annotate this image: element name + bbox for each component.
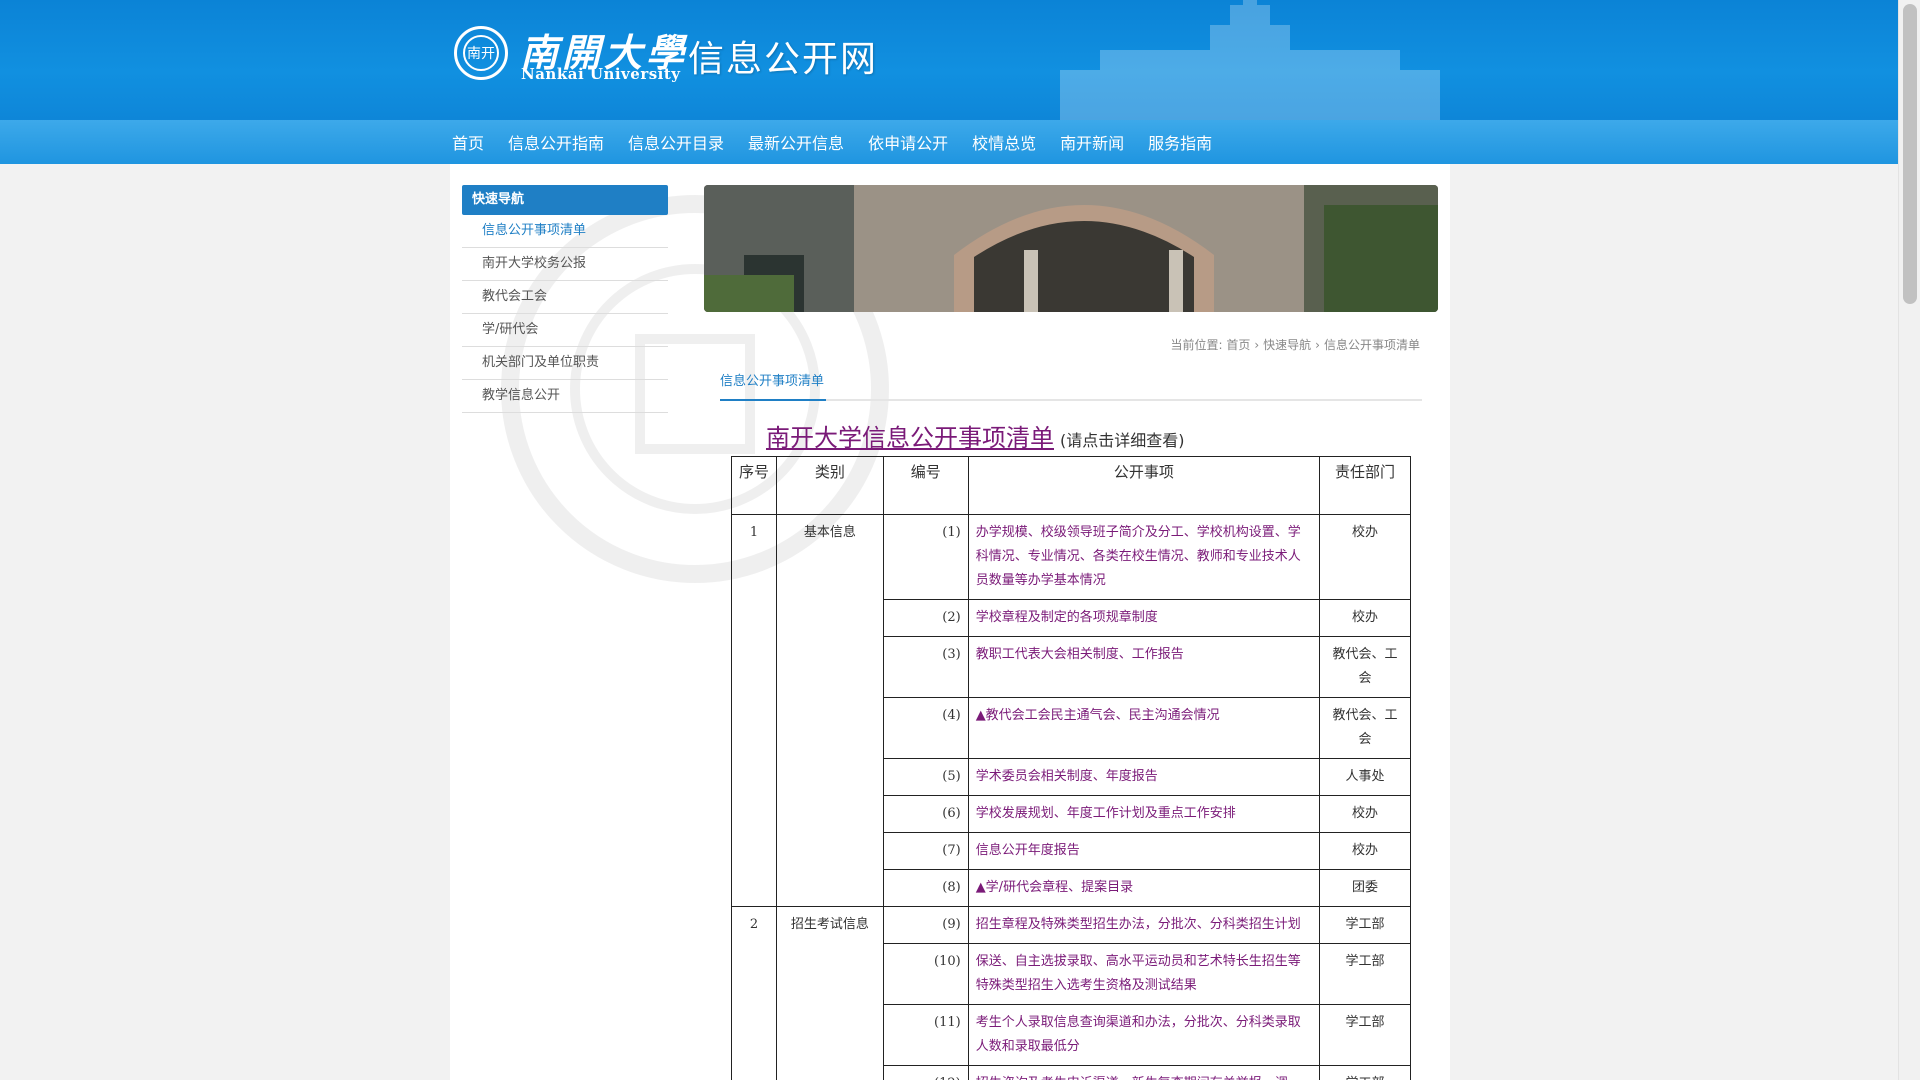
row-item-link[interactable]: ▲学/研代会章程、提案目录	[967, 869, 1321, 907]
main-nav: 首页 信息公开指南 信息公开目录 最新公开信息 依申请公开 校情总览 南开新闻 …	[0, 120, 1898, 164]
row-code: (9)	[882, 906, 969, 944]
nav-item-overview[interactable]: 校情总览	[972, 130, 1036, 154]
university-name-en: Nankai University	[521, 65, 681, 83]
row-code: (4)	[882, 697, 969, 759]
row-item-link[interactable]: 教职工代表大会相关制度、工作报告	[967, 636, 1321, 698]
breadcrumb: 当前位置: 首页 › 快速导航 › 信息公开事项清单	[1170, 336, 1420, 353]
header-category: 类别	[775, 456, 884, 515]
sidebar-item-union[interactable]: 教代会工会	[462, 281, 668, 314]
university-seal-logo[interactable]: 南开	[454, 26, 508, 80]
site-title: 信息公开网	[688, 39, 879, 80]
row-dept: 学工部	[1319, 906, 1411, 944]
site-header: 南开 南開大學 Nankai University 信息公开网	[0, 0, 1898, 120]
row-dept: 教代会、工会	[1319, 636, 1411, 698]
row-item-link[interactable]: 学校发展规划、年度工作计划及重点工作安排	[967, 795, 1321, 833]
row-dept: 校办	[1319, 599, 1411, 637]
row-dept: 人事处	[1319, 758, 1411, 796]
breadcrumb-current[interactable]: 信息公开事项清单	[1324, 338, 1420, 352]
nav-item-news[interactable]: 南开新闻	[1060, 130, 1124, 154]
main-content: 快速导航 信息公开事项清单 南开大学校务公报 教代会工会 学/研代会 机关部门及…	[450, 164, 1450, 1080]
row-code: (2)	[882, 599, 969, 637]
row-dept: 校办	[1319, 795, 1411, 833]
nav-item-service[interactable]: 服务指南	[1148, 130, 1212, 154]
row-num: 1	[731, 514, 777, 907]
row-category: 招生考试信息	[775, 906, 884, 1080]
header-num: 序号	[731, 456, 777, 515]
row-code: (10)	[882, 943, 969, 1005]
table-header-row: 序号 类别 编号 公开事项 责任部门	[731, 456, 1411, 515]
row-item-link[interactable]: 学校章程及制定的各项规章制度	[967, 599, 1321, 637]
section-header: 信息公开事项清单	[720, 371, 1422, 401]
disclosure-table: 序号 类别 编号 公开事项 责任部门 1 基本信息 (1) 办学规模、校级领导班…	[731, 456, 1411, 1080]
row-code: (11)	[882, 1004, 969, 1066]
row-code: (1)	[882, 514, 969, 600]
sidebar-item-bulletin[interactable]: 南开大学校务公报	[462, 248, 668, 281]
row-dept: 团委	[1319, 869, 1411, 907]
row-code: (5)	[882, 758, 969, 796]
row-category: 基本信息	[775, 514, 884, 907]
sidebar: 快速导航 信息公开事项清单 南开大学校务公报 教代会工会 学/研代会 机关部门及…	[462, 185, 668, 413]
row-item-link[interactable]: 信息公开年度报告	[967, 832, 1321, 870]
sidebar-item-departments[interactable]: 机关部门及单位职责	[462, 347, 668, 380]
row-num: 2	[731, 906, 777, 1080]
sidebar-item-student-congress[interactable]: 学/研代会	[462, 314, 668, 347]
row-item-link[interactable]: 保送、自主选拔录取、高水平运动员和艺术特长生招生等特殊类型招生入选考生资格及测试…	[967, 943, 1321, 1005]
row-item-link[interactable]: 学术委员会相关制度、年度报告	[967, 758, 1321, 796]
row-code: (3)	[882, 636, 969, 698]
row-dept: 学工部	[1319, 1004, 1411, 1066]
row-dept: 校办	[1319, 514, 1411, 600]
scrollbar-thumb[interactable]	[1903, 4, 1917, 304]
row-code: (8)	[882, 869, 969, 907]
table-row: 2 招生考试信息 (9) 招生章程及特殊类型招生办法，分批次、分科类招生计划 学…	[731, 906, 1411, 1080]
seal-inner: 南开	[463, 35, 499, 71]
breadcrumb-label: 当前位置:	[1170, 338, 1223, 352]
breadcrumb-separator: ›	[1315, 338, 1320, 352]
nav-item-apply[interactable]: 依申请公开	[868, 130, 948, 154]
row-dept: 学工部	[1319, 943, 1411, 1005]
sidebar-item-disclosure-list[interactable]: 信息公开事项清单	[462, 215, 668, 248]
row-dept: 学工部	[1319, 1065, 1411, 1080]
row-code: (12)	[882, 1065, 969, 1080]
row-dept: 教代会、工会	[1319, 697, 1411, 759]
document-title-link[interactable]: 南开大学信息公开事项清单	[766, 424, 1054, 452]
row-item-link[interactable]: ▲教代会工会民主通气会、民主沟通会情况	[967, 697, 1321, 759]
nav-item-catalog[interactable]: 信息公开目录	[628, 130, 724, 154]
sidebar-item-teaching[interactable]: 教学信息公开	[462, 380, 668, 413]
breadcrumb-quicknav[interactable]: 快速导航	[1263, 338, 1311, 352]
row-dept: 校办	[1319, 832, 1411, 870]
section-tab[interactable]: 信息公开事项清单	[720, 371, 827, 401]
breadcrumb-separator: ›	[1254, 338, 1260, 352]
nav-item-latest[interactable]: 最新公开信息	[748, 130, 844, 154]
header-dept: 责任部门	[1319, 456, 1411, 515]
table-row: 1 基本信息 (1) 办学规模、校级领导班子简介及分工、学校机构设置、学科情况、…	[731, 514, 1411, 907]
building-silhouette-image	[1060, 0, 1440, 120]
document-hint: (请点击详细查看)	[1060, 431, 1185, 450]
row-code: (7)	[882, 832, 969, 870]
nav-item-guide[interactable]: 信息公开指南	[508, 130, 604, 154]
nav-item-home[interactable]: 首页	[452, 130, 484, 154]
row-item-link[interactable]: 办学规模、校级领导班子简介及分工、学校机构设置、学科情况、专业情况、各类在校生情…	[967, 514, 1321, 600]
header-code: 编号	[882, 456, 969, 515]
breadcrumb-home[interactable]: 首页	[1226, 338, 1250, 352]
header-item: 公开事项	[967, 456, 1321, 515]
sidebar-title: 快速导航	[462, 185, 668, 215]
row-item-link[interactable]: 考生个人录取信息查询渠道和办法，分批次、分科类录取人数和录取最低分	[967, 1004, 1321, 1066]
row-item-link[interactable]: 招生咨询及考生申诉渠道，新生复查期间有关举报、调	[967, 1065, 1321, 1080]
campus-banner-image	[704, 185, 1438, 312]
row-item-link[interactable]: 招生章程及特殊类型招生办法，分批次、分科类招生计划	[967, 906, 1321, 944]
document-heading: 南开大学信息公开事项清单 (请点击详细查看)	[766, 418, 1185, 453]
row-code: (6)	[882, 795, 969, 833]
page-scrollbar[interactable]	[1898, 0, 1920, 1080]
